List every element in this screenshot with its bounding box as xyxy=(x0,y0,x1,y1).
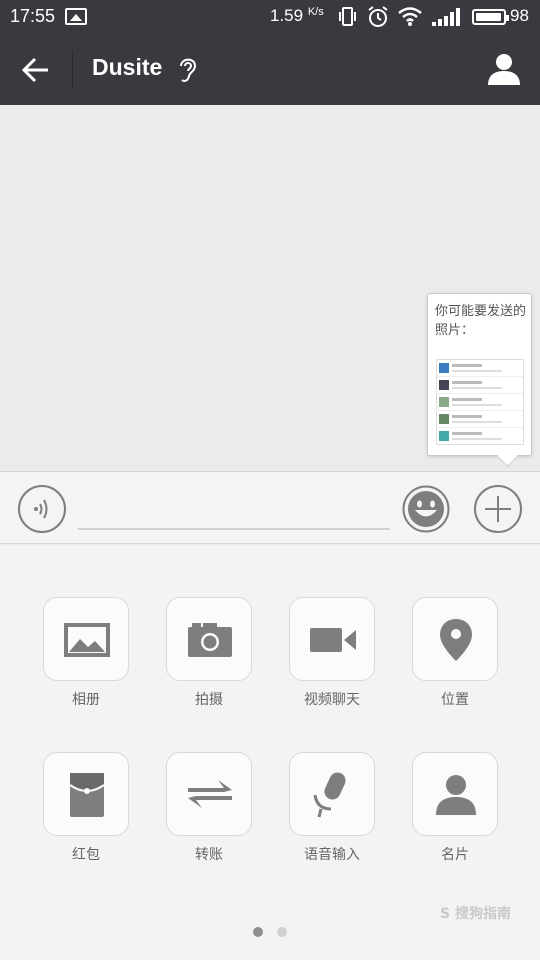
panel-item-red-packet[interactable]: 红包 xyxy=(43,752,129,864)
panel-item-label: 语音输入 xyxy=(304,847,360,863)
thumbnail-row xyxy=(437,428,523,444)
thumbnail-row xyxy=(437,411,523,428)
thumbnail-row xyxy=(437,360,523,377)
alarm-icon xyxy=(368,6,388,27)
battery-icon xyxy=(472,9,509,25)
net-speed: 1.59 K/s xyxy=(270,6,324,26)
page-dot-2[interactable] xyxy=(277,927,287,937)
status-bar: 17:55 1.59 K/s 98 xyxy=(0,0,540,34)
recent-photo-suggestion[interactable]: 你可能要发送的照片： xyxy=(427,293,532,456)
transfer-icon xyxy=(166,752,252,836)
image-notification-icon xyxy=(65,8,87,25)
net-speed-value: 1.59 xyxy=(270,6,304,25)
battery-percent: 98 xyxy=(510,6,529,25)
status-time: 17:55 xyxy=(10,6,56,26)
album-icon xyxy=(43,597,129,681)
smiley-icon[interactable] xyxy=(402,485,450,533)
thumbnail-row xyxy=(437,394,523,411)
vibrate-icon xyxy=(339,7,356,26)
photo-thumbnail[interactable] xyxy=(436,359,524,445)
microphone-icon xyxy=(289,752,375,836)
panel-item-contact-card[interactable]: 名片 xyxy=(412,752,498,864)
contact-card-icon xyxy=(412,752,498,836)
voice-waves-icon xyxy=(34,499,48,519)
chat-header: Dusite xyxy=(0,34,540,105)
video-call-icon xyxy=(289,597,375,681)
panel-item-label: 位置 xyxy=(441,692,469,708)
panel-item-location[interactable]: 位置 xyxy=(412,597,498,709)
panel-item-label: 相册 xyxy=(72,692,100,708)
arrow-left-icon[interactable] xyxy=(20,54,52,86)
camera-icon xyxy=(166,597,252,681)
panel-item-label: 转账 xyxy=(195,847,223,863)
panel-item-album[interactable]: 相册 xyxy=(43,597,129,709)
signal-icon xyxy=(432,8,460,26)
panel-item-label: 红包 xyxy=(72,847,100,863)
battery-fill xyxy=(476,13,502,21)
wifi-icon xyxy=(398,7,422,26)
panel-item-label: 名片 xyxy=(441,847,469,863)
earpiece-icon[interactable] xyxy=(176,54,200,84)
red-packet-icon xyxy=(43,752,129,836)
panel-item-transfer[interactable]: 转账 xyxy=(166,752,252,864)
plus-icon[interactable] xyxy=(474,485,522,533)
panel-item-label: 拍摄 xyxy=(195,692,223,708)
panel-item-label: 视频聊天 xyxy=(304,692,360,708)
voice-icon[interactable] xyxy=(18,485,66,533)
plus-sign-icon xyxy=(485,496,511,522)
panel-item-camera[interactable]: 拍摄 xyxy=(166,597,252,709)
panel-item-voice-input[interactable]: 语音输入 xyxy=(289,752,375,864)
net-speed-unit: K/s xyxy=(307,6,324,18)
watermark: S 搜狗指南 xyxy=(440,906,511,922)
person-icon[interactable] xyxy=(486,51,522,87)
photo-suggestion-hint: 你可能要发送的照片： xyxy=(435,304,527,338)
header-divider xyxy=(72,50,73,88)
location-icon xyxy=(412,597,498,681)
chat-title: Dusite xyxy=(92,54,163,80)
panel-item-video-call[interactable]: 视频聊天 xyxy=(289,597,375,709)
input-bar xyxy=(0,471,540,544)
page-dot-1[interactable] xyxy=(253,927,263,937)
thumbnail-row xyxy=(437,377,523,394)
message-input[interactable] xyxy=(78,486,390,530)
